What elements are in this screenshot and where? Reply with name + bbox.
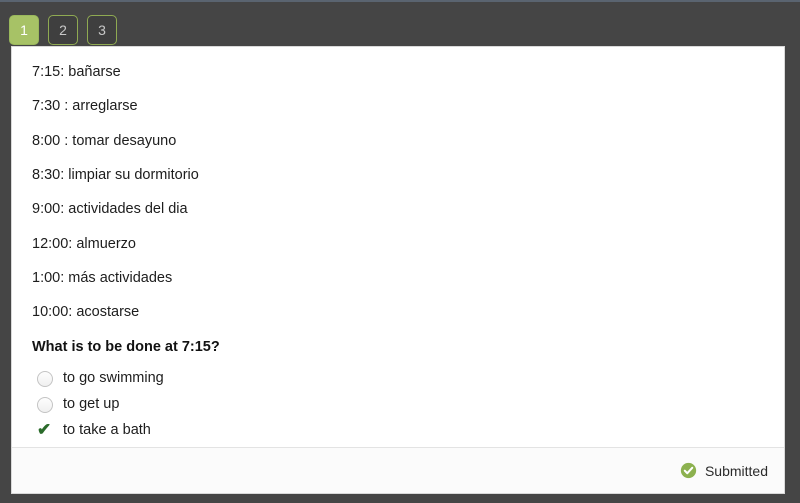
schedule-line: 7:30 : arreglarse <box>32 98 138 115</box>
answer-option-label: to get up <box>63 395 120 412</box>
question-tab-bar: 1 2 3 <box>9 14 117 46</box>
radio-unselected-icon[interactable] <box>32 392 60 418</box>
quiz-app: 1 2 3 7:15: bañarse 7:30 : arreglarse 8:… <box>0 2 800 503</box>
quiz-card: 7:15: bañarse 7:30 : arreglarse 8:00 : t… <box>11 46 785 494</box>
answer-option[interactable]: to go swimming <box>32 366 764 392</box>
answer-option-label: to go swimming <box>63 369 164 386</box>
radio-unselected-icon[interactable] <box>32 366 60 392</box>
checkmark-icon: ✔ <box>37 420 52 440</box>
schedule-line: 9:00: actividades del dia <box>32 201 188 218</box>
quiz-card-footer: Submitted <box>12 447 784 493</box>
schedule-line: 8:30: limpiar su dormitorio <box>32 166 199 183</box>
schedule-line: 12:00: almuerzo <box>32 235 136 252</box>
schedule-line: 8:00 : tomar desayuno <box>32 132 177 149</box>
schedule-line: 1:00: más actividades <box>32 269 173 286</box>
status-label: Submitted <box>704 462 768 479</box>
answer-option-selected[interactable]: ✔ to take a bath <box>32 418 764 444</box>
quiz-card-body: 7:15: bañarse 7:30 : arreglarse 8:00 : t… <box>12 47 784 447</box>
tab-question-3[interactable]: 3 <box>87 15 117 45</box>
tab-question-1[interactable]: 1 <box>9 15 39 45</box>
schedule-line: 10:00: acostarse <box>32 304 140 321</box>
answer-option-label: to take a bath <box>63 421 151 438</box>
schedule-line: 7:15: bañarse <box>32 64 121 80</box>
tab-question-2[interactable]: 2 <box>48 15 78 45</box>
circle-check-icon <box>680 462 697 479</box>
answer-option[interactable]: to get up <box>32 392 764 418</box>
status-badge: Submitted <box>680 462 768 479</box>
answer-option-list: to go swimming to get up ✔ to take a bat… <box>32 366 764 447</box>
question-text: What is to be done at 7:15? <box>32 338 220 355</box>
